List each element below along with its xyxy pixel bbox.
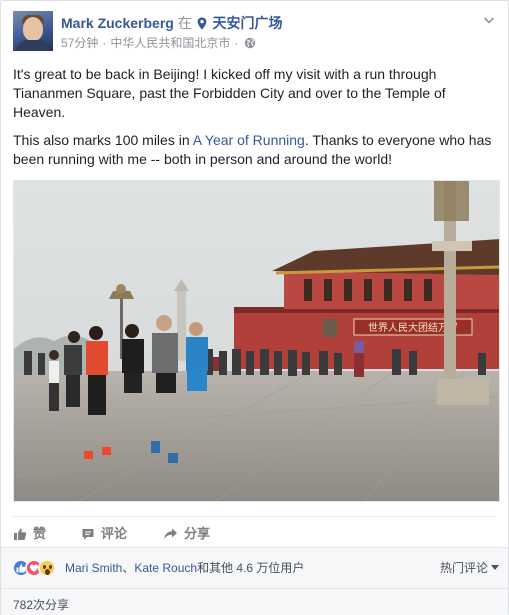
meta-dot: · — [234, 36, 239, 50]
liker-2[interactable]: Kate Rouch — [134, 561, 197, 575]
share-button[interactable]: 分享 — [163, 523, 210, 542]
summary-divider — [1, 588, 508, 589]
share-count[interactable]: 782次分享 — [13, 596, 69, 613]
like-label: 赞 — [33, 526, 47, 541]
post-location[interactable]: 中华人民共和国北京市 — [110, 36, 230, 50]
share-label: 分享 — [184, 526, 211, 541]
post-photo[interactable]: 世界人民大团结万岁 — [13, 180, 500, 502]
liker-joiner: 、 — [122, 561, 135, 575]
post-time[interactable]: 57分钟 — [61, 36, 98, 50]
at-label: 在 — [177, 15, 192, 31]
thumbs-up-icon — [14, 528, 27, 540]
location-pin-icon — [197, 17, 207, 30]
liker-1[interactable]: Mari Smith — [65, 561, 122, 575]
comment-sort-dropdown[interactable]: 热门评论 — [440, 559, 499, 576]
post-meta: 57分钟 · 中华人民共和国北京市 · — [61, 34, 256, 51]
check-in-place[interactable]: 天安门广场 — [213, 15, 283, 31]
paragraph-2-text-start: This also marks 100 miles in — [13, 132, 193, 148]
year-of-running-link[interactable]: A Year of Running — [193, 132, 305, 148]
likers-rest[interactable]: 和其他 4.6 万位用户 — [197, 561, 304, 575]
comment-button[interactable]: 评论 — [81, 523, 127, 542]
chevron-down-icon[interactable] — [482, 13, 496, 27]
author-line: Mark Zuckerberg 在 天安门广场 — [61, 13, 283, 33]
author-avatar[interactable] — [13, 11, 53, 51]
share-arrow-icon — [164, 528, 177, 540]
post-actions: 赞 评论 分享 — [13, 516, 496, 544]
comment-label: 评论 — [101, 526, 128, 541]
like-button[interactable]: 赞 — [13, 523, 46, 542]
wow-reaction-icon — [38, 559, 56, 577]
caret-down-icon — [491, 565, 499, 570]
likers-text[interactable]: Mari Smith、Kate Rouch和其他 4.6 万位用户 — [65, 559, 304, 576]
post-paragraph-2: This also marks 100 miles in A Year of R… — [13, 131, 494, 169]
author-name[interactable]: Mark Zuckerberg — [61, 15, 174, 31]
photo-scene: 世界人民大团结万岁 — [14, 181, 499, 501]
globe-icon[interactable] — [244, 37, 256, 49]
post-paragraph-1: It's great to be back in Beijing! I kick… — [13, 66, 446, 120]
comment-sort-label: 热门评论 — [439, 561, 488, 575]
post-header: Mark Zuckerberg 在 天安门广场 57分钟 · 中华人民共和国北京市 · — [13, 11, 496, 55]
meta-separator: · — [102, 36, 107, 50]
reactions-summary: Mari Smith、Kate Rouch和其他 4.6 万位用户 热门评论 7… — [1, 547, 508, 615]
post-card: Mark Zuckerberg 在 天安门广场 57分钟 · 中华人民共和国北京市 ·… — [0, 0, 509, 615]
comment-icon — [82, 529, 94, 540]
